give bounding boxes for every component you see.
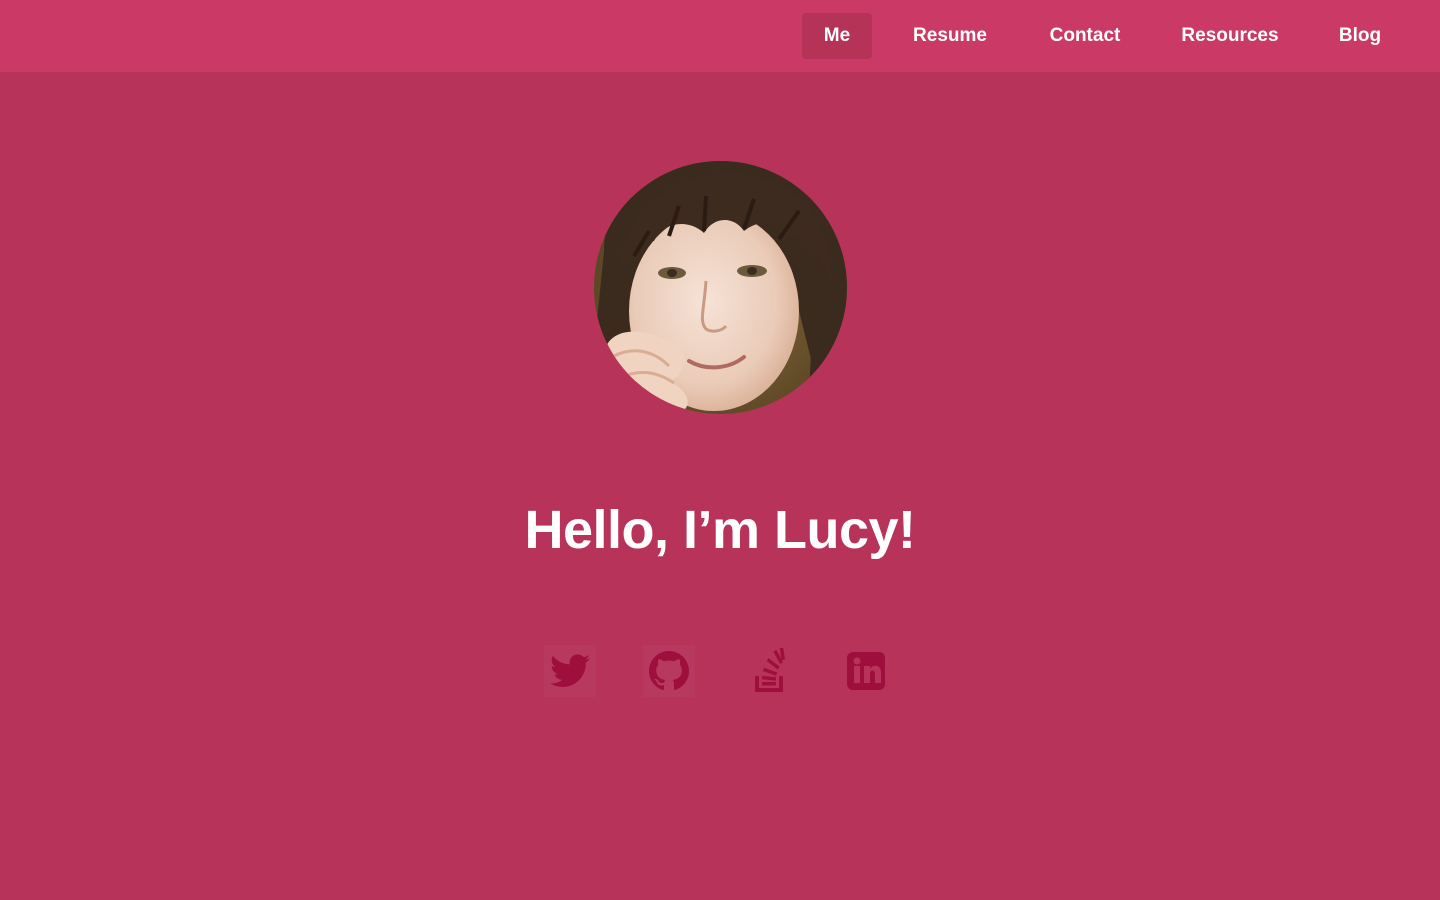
linkedin-link[interactable] [840, 645, 892, 697]
nav-item-contact[interactable]: Contact [1040, 13, 1130, 59]
profile-photo-image [594, 161, 847, 414]
nav-item-blog[interactable]: Blog [1330, 13, 1390, 59]
page-title: Hello, I’m Lucy! [524, 500, 916, 560]
nav-item-me[interactable]: Me [802, 13, 872, 59]
github-link[interactable] [643, 645, 695, 697]
linkedin-icon [847, 652, 885, 690]
stackoverflow-icon [755, 648, 785, 692]
twitter-link[interactable] [544, 645, 596, 697]
profile-photo [594, 161, 847, 414]
top-navbar: Me Resume Contact Resources Blog [0, 0, 1440, 72]
nav-item-resources[interactable]: Resources [1176, 13, 1284, 59]
twitter-icon [550, 654, 590, 687]
stackoverflow-link[interactable] [743, 645, 795, 697]
github-icon [649, 651, 689, 691]
nav-item-resume[interactable]: Resume [904, 13, 996, 59]
